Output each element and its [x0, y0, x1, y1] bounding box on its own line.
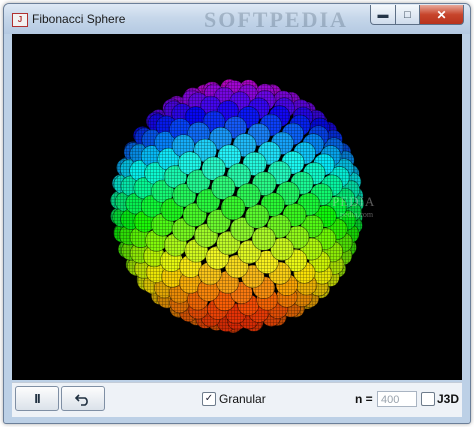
java-app-icon: J — [12, 13, 28, 27]
minimize-button[interactable]: ▬ — [370, 5, 396, 25]
minimize-icon: ▬ — [377, 8, 389, 21]
reset-button[interactable] — [61, 386, 105, 411]
granule-mesh — [252, 226, 276, 251]
canvas-watermark-main: PEDIA — [332, 194, 376, 209]
undo-icon — [75, 393, 88, 406]
close-icon: ✕ — [436, 7, 447, 22]
pause-button[interactable]: II — [15, 386, 59, 411]
softpedia-watermark: SOFTPEDIA — [204, 7, 348, 32]
app-window: J Fibonacci Sphere SOFTPEDIA ▬ □ ✕ PEDIA… — [3, 3, 471, 424]
canvas-watermark-sub: pedia.com — [340, 210, 374, 219]
control-bar: II ✓ Granular n = 400 J3D — [12, 382, 462, 417]
window-title: Fibonacci Sphere — [32, 12, 126, 26]
granule-mesh — [245, 204, 270, 229]
fibonacci-sphere — [110, 78, 365, 334]
title-bar[interactable]: J Fibonacci Sphere SOFTPEDIA ▬ □ ✕ — [4, 4, 470, 34]
granular-checkbox[interactable]: ✓ — [202, 392, 216, 406]
maximize-button[interactable]: □ — [395, 5, 420, 25]
granular-label: Granular — [219, 392, 266, 406]
j3d-label: J3D — [437, 392, 460, 406]
n-label: n = — [355, 392, 373, 406]
sphere-canvas[interactable]: PEDIA pedia.com — [12, 34, 462, 380]
canvas-watermark: PEDIA pedia.com — [332, 194, 375, 219]
pause-icon: II — [34, 391, 40, 406]
granule-mesh — [221, 195, 246, 220]
n-input[interactable]: 400 — [377, 391, 417, 407]
j3d-checkbox[interactable] — [421, 392, 435, 406]
maximize-icon: □ — [404, 8, 411, 21]
close-button[interactable]: ✕ — [419, 5, 464, 25]
